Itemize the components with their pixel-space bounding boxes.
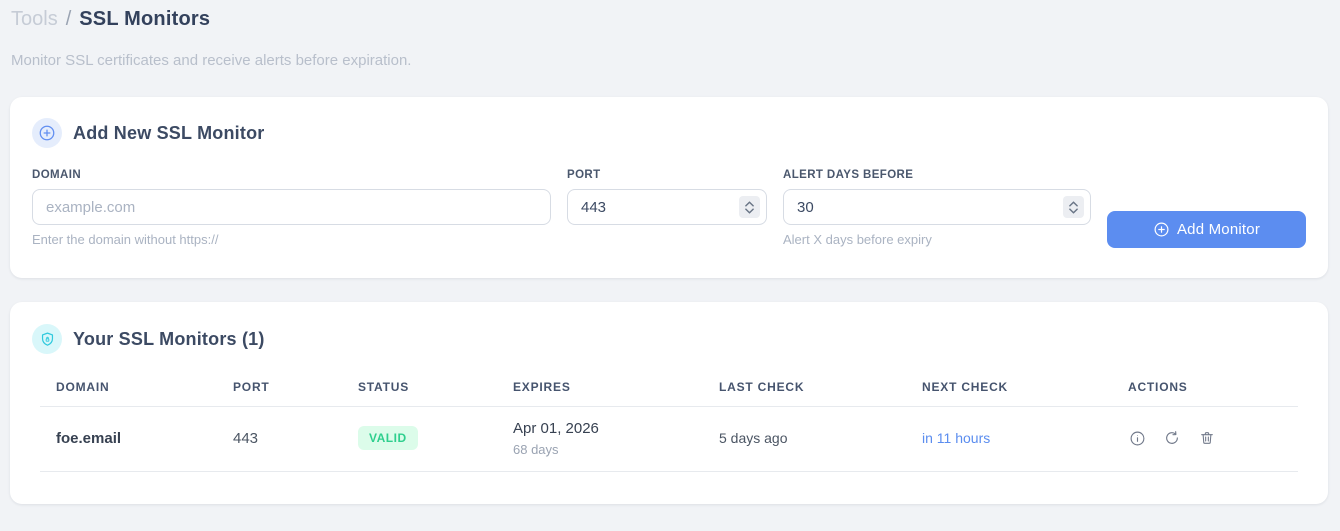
monitor-next-check: in 11 hours (906, 406, 1112, 472)
domain-helper-text: Enter the domain without https:// (32, 232, 219, 247)
add-monitor-card: Add New SSL Monitor DOMAIN Enter the dom… (10, 97, 1328, 278)
plus-circle-icon (32, 118, 62, 148)
domain-input[interactable] (32, 189, 551, 225)
status-badge: VALID (358, 426, 418, 450)
refresh-button[interactable] (1163, 429, 1181, 447)
add-monitor-card-title: Add New SSL Monitor (73, 122, 265, 143)
delete-button[interactable] (1198, 429, 1216, 447)
info-button[interactable] (1128, 429, 1146, 447)
col-header-status: STATUS (342, 370, 497, 407)
port-stepper[interactable] (739, 196, 760, 218)
monitors-card-header: Your SSL Monitors (1) (32, 324, 1306, 354)
col-header-actions: ACTIONS (1112, 370, 1298, 407)
monitors-list-card: Your SSL Monitors (1) DOMAIN PORT STATUS… (10, 302, 1328, 504)
submit-column: Add Monitor (1107, 169, 1306, 248)
plus-circle-icon (1153, 221, 1170, 238)
add-monitor-button-label: Add Monitor (1176, 221, 1261, 238)
page-subtitle: Monitor SSL certificates and receive ale… (11, 52, 412, 69)
add-monitor-button[interactable]: Add Monitor (1107, 211, 1306, 248)
alert-days-helper-text: Alert X days before expiry (783, 232, 932, 247)
col-header-domain: DOMAIN (40, 370, 217, 407)
monitors-table: DOMAIN PORT STATUS EXPIRES LAST CHECK NE… (40, 370, 1298, 472)
add-monitor-card-header: Add New SSL Monitor (32, 118, 1306, 148)
alert-days-label: ALERT DAYS BEFORE (783, 169, 914, 181)
table-row: foe.email 443 VALID Apr 01, 2026 68 days… (40, 406, 1298, 472)
monitor-expires-remaining: 68 days (513, 441, 559, 457)
domain-field-group: DOMAIN Enter the domain without https:// (32, 169, 551, 248)
port-field-group: PORT (567, 169, 767, 248)
alert-days-input[interactable] (783, 189, 1091, 225)
monitor-port: 443 (217, 406, 342, 472)
refresh-icon (1164, 430, 1180, 446)
col-header-next-check: NEXT CHECK (906, 370, 1112, 407)
monitor-domain: foe.email (40, 406, 217, 472)
col-header-last-check: LAST CHECK (703, 370, 906, 407)
table-header-row: DOMAIN PORT STATUS EXPIRES LAST CHECK NE… (40, 370, 1298, 407)
domain-label: DOMAIN (32, 169, 82, 181)
trash-icon (1199, 430, 1215, 446)
alert-days-field-group: ALERT DAYS BEFORE Alert X days before ex… (783, 169, 1091, 248)
ssl-monitors-page: Tools / SSL Monitors Monitor SSL certifi… (0, 0, 1340, 531)
page-title: SSL Monitors (79, 8, 211, 30)
monitors-table-wrap: DOMAIN PORT STATUS EXPIRES LAST CHECK NE… (40, 370, 1298, 472)
info-circle-icon (1129, 430, 1146, 447)
breadcrumb-separator: / (65, 8, 72, 30)
monitor-expires-date: Apr 01, 2026 (513, 419, 599, 437)
shield-lock-icon (32, 324, 62, 354)
alert-days-stepper[interactable] (1063, 196, 1084, 218)
col-header-expires: EXPIRES (497, 370, 703, 407)
breadcrumb: Tools / SSL Monitors (10, 8, 1328, 31)
port-input[interactable] (567, 189, 767, 225)
monitors-card-title: Your SSL Monitors (1) (73, 328, 265, 349)
col-header-port: PORT (217, 370, 342, 407)
breadcrumb-section-tools[interactable]: Tools (11, 8, 58, 31)
row-actions (1128, 429, 1288, 447)
port-label: PORT (567, 169, 601, 181)
add-monitor-form: DOMAIN Enter the domain without https://… (32, 169, 1306, 248)
monitor-last-check: 5 days ago (703, 406, 906, 472)
